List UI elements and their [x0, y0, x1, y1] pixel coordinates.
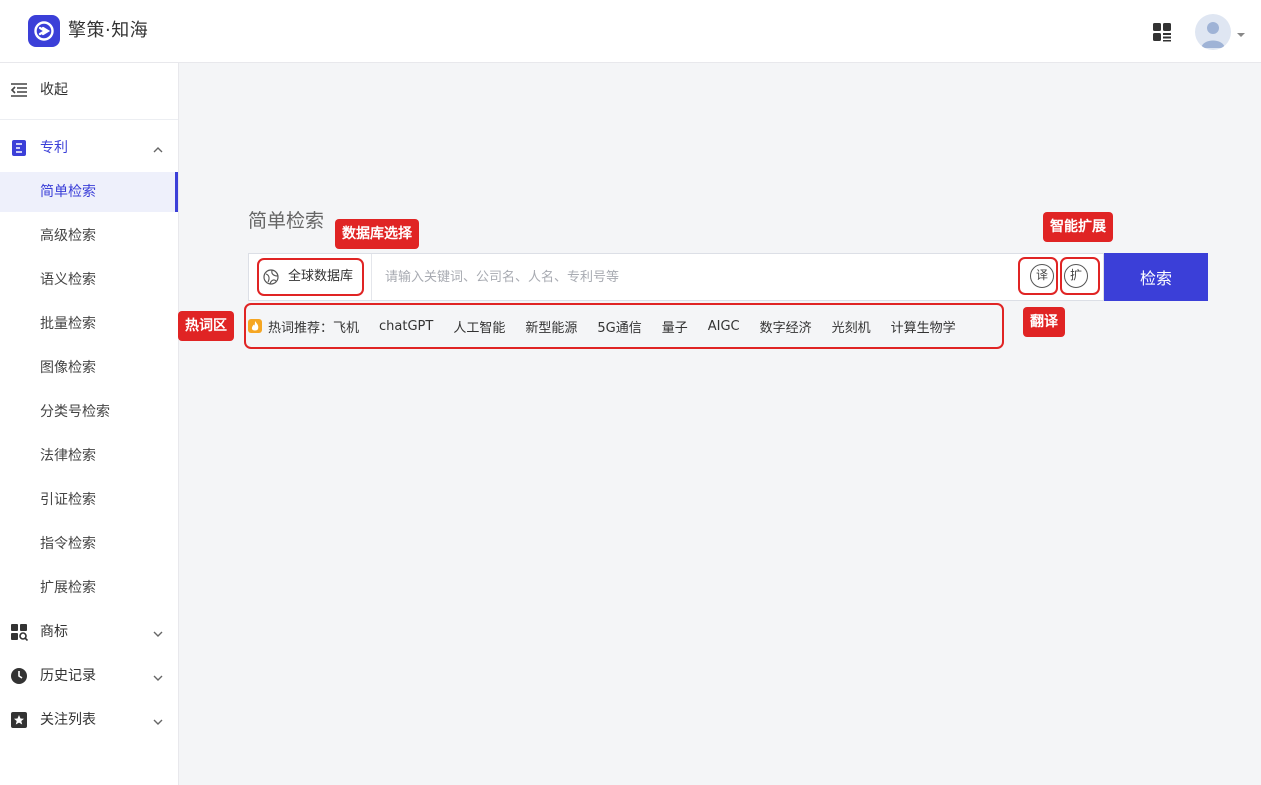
sidebar-group-watchlist[interactable]: 关注列表: [0, 700, 178, 740]
trademark-icon: [10, 623, 29, 642]
sidebar-collapse-label: 收起: [40, 82, 68, 98]
sidebar-group-label: 历史记录: [40, 668, 96, 684]
sidebar-item-label: 法律检索: [40, 448, 96, 464]
sidebar-group-label: 关注列表: [40, 712, 96, 728]
annotation-label-database: 数据库选择: [335, 219, 419, 249]
sidebar-item-citation-search[interactable]: 引证检索: [0, 480, 178, 520]
chevron-down-icon: [152, 715, 164, 725]
annotation-box-translate: [1018, 257, 1058, 295]
sidebar-group-history[interactable]: 历史记录: [0, 656, 178, 696]
sidebar-group-label: 专利: [40, 140, 68, 156]
sidebar-collapse[interactable]: 收起: [0, 70, 178, 110]
caret-down-icon[interactable]: [1236, 27, 1246, 37]
sidebar-divider: [0, 119, 178, 120]
app-logo-icon[interactable]: [28, 15, 60, 47]
collapse-menu-icon: [10, 81, 28, 99]
sidebar-item-label: 高级检索: [40, 228, 96, 244]
sidebar-group-patent[interactable]: 专利: [0, 128, 178, 168]
annotation-label-smart-expand: 智能扩展: [1043, 212, 1113, 242]
sidebar-group-label: 商标: [40, 624, 68, 640]
annotation-box-database: [257, 258, 364, 296]
annotation-box-expand: [1060, 257, 1100, 295]
sidebar-item-semantic-search[interactable]: 语义检索: [0, 260, 178, 300]
top-header: 擎策·知海: [0, 0, 1261, 63]
sidebar-item-label: 引证检索: [40, 492, 96, 508]
annotation-box-hotwords: [244, 303, 1004, 349]
sidebar-item-label: 语义检索: [40, 272, 96, 288]
chevron-down-icon: [152, 627, 164, 637]
sidebar-item-batch-search[interactable]: 批量检索: [0, 304, 178, 344]
annotation-label-hotwords: 热词区: [178, 311, 234, 341]
sidebar-item-label: 分类号检索: [40, 404, 110, 420]
user-avatar[interactable]: [1195, 14, 1231, 50]
sidebar-item-image-search[interactable]: 图像检索: [0, 348, 178, 388]
apps-grid-icon[interactable]: [1152, 22, 1172, 42]
sidebar-item-advanced-search[interactable]: 高级检索: [0, 216, 178, 256]
sidebar-item-legal-search[interactable]: 法律检索: [0, 436, 178, 476]
sidebar-item-simple-search[interactable]: 简单检索: [0, 172, 178, 212]
sidebar-item-label: 批量检索: [40, 316, 96, 332]
search-box: 全球数据库 译 扩: [248, 253, 1104, 301]
sidebar-item-classification-search[interactable]: 分类号检索: [0, 392, 178, 432]
annotation-label-translate: 翻译: [1023, 307, 1065, 337]
sidebar-group-trademark[interactable]: 商标: [0, 612, 178, 652]
clock-icon: [10, 667, 28, 685]
patent-icon: [10, 139, 28, 157]
sidebar-item-label: 扩展检索: [40, 580, 96, 596]
page-title: 简单检索: [248, 210, 325, 232]
sidebar-item-label: 图像检索: [40, 360, 96, 376]
sidebar-item-label: 简单检索: [40, 184, 96, 200]
sidebar-item-command-search[interactable]: 指令检索: [0, 524, 178, 564]
chevron-down-icon: [152, 671, 164, 681]
active-indicator: [175, 172, 178, 212]
search-input[interactable]: [373, 254, 1013, 300]
sidebar: 收起 专利 简单检索 高级检索 语义检索 批量检索 图像检索 分类号检索 法律检…: [0, 63, 179, 785]
chevron-up-icon: [152, 143, 164, 153]
search-button[interactable]: 检索: [1104, 253, 1208, 301]
star-folder-icon: [10, 711, 28, 729]
app-brand-name: 擎策·知海: [68, 20, 149, 41]
sidebar-item-extended-search[interactable]: 扩展检索: [0, 568, 178, 608]
sidebar-item-label: 指令检索: [40, 536, 96, 552]
